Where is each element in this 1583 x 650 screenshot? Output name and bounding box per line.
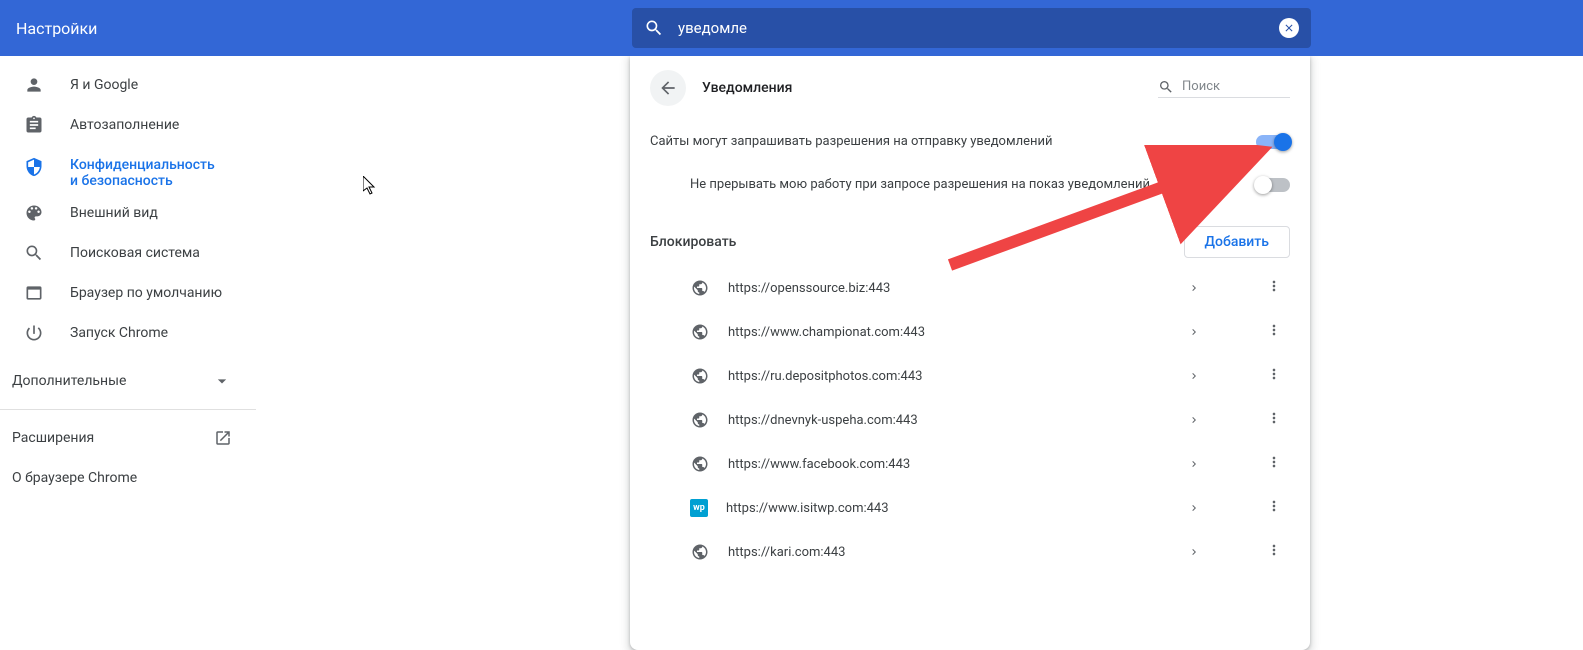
sidebar-item-startup[interactable]: Запуск Chrome: [0, 313, 248, 353]
sidebar-item-autofill[interactable]: Автозаполнение: [0, 105, 248, 145]
site-row[interactable]: https://www.championat.com:443: [630, 310, 1310, 354]
globe-icon: [690, 454, 710, 474]
globe-icon: [690, 542, 710, 562]
more-actions-button[interactable]: [1258, 454, 1290, 474]
site-url: https://www.championat.com:443: [728, 325, 1170, 340]
clear-search-button[interactable]: [1279, 18, 1299, 38]
site-row[interactable]: https://openssource.biz:443: [630, 266, 1310, 310]
chevron-right-icon: [1188, 323, 1200, 342]
palette-icon: [24, 203, 44, 223]
globe-icon: [690, 322, 710, 342]
panel-search-input[interactable]: [1182, 79, 1290, 94]
chevron-right-icon: [1188, 543, 1200, 562]
settings-panel: Уведомления Сайты могут запрашивать разр…: [630, 56, 1310, 650]
search-icon: [644, 18, 664, 38]
app-header: Настройки: [0, 0, 1583, 56]
site-row[interactable]: https://www.facebook.com:443: [630, 442, 1310, 486]
site-row[interactable]: https://kari.com:443: [630, 530, 1310, 574]
globe-icon: [690, 366, 710, 386]
chevron-right-icon: [1188, 367, 1200, 386]
sidebar-item-label: Внешний вид: [70, 205, 158, 221]
sidebar-item-label: Поисковая система: [70, 245, 200, 261]
shield-icon: [24, 157, 44, 177]
chevron-right-icon: [1188, 499, 1200, 518]
add-site-button[interactable]: Добавить: [1184, 226, 1290, 258]
ask-permission-text: Сайты могут запрашивать разрешения на от…: [650, 134, 1256, 149]
power-icon: [24, 323, 44, 343]
sidebar-about-label: О браузере Chrome: [12, 470, 232, 486]
arrow-back-icon: [658, 78, 678, 98]
sidebar-extensions-label: Расширения: [12, 430, 214, 446]
block-section-header: Блокировать Добавить: [630, 206, 1310, 266]
more-actions-button[interactable]: [1258, 322, 1290, 342]
ask-permission-toggle[interactable]: [1256, 135, 1290, 149]
site-url: https://www.isitwp.com:443: [726, 501, 1170, 516]
more-actions-button[interactable]: [1258, 410, 1290, 430]
sidebar-item-appearance[interactable]: Внешний вид: [0, 193, 248, 233]
browser-icon: [24, 283, 44, 303]
sidebar-item-about[interactable]: О браузере Chrome: [0, 458, 256, 498]
more-actions-button[interactable]: [1258, 498, 1290, 518]
chevron-down-icon: [212, 371, 232, 391]
more-actions-button[interactable]: [1258, 366, 1290, 386]
site-url: https://www.facebook.com:443: [728, 457, 1170, 472]
panel-search[interactable]: [1158, 79, 1290, 98]
site-row[interactable]: https://ru.depositphotos.com:443: [630, 354, 1310, 398]
panel-header: Уведомления: [630, 56, 1310, 120]
sidebar: Я и Google Автозаполнение Конфиденциальн…: [0, 56, 256, 650]
site-row[interactable]: https://dnevnyk-uspeha.com:443: [630, 398, 1310, 442]
globe-icon: [690, 410, 710, 430]
app-title: Настройки: [16, 19, 97, 38]
open-external-icon: [214, 429, 232, 447]
sidebar-advanced-toggle[interactable]: Дополнительные: [0, 361, 256, 401]
block-section-title: Блокировать: [650, 234, 1184, 250]
sidebar-item-you-and-google[interactable]: Я и Google: [0, 65, 248, 105]
globe-icon: [690, 278, 710, 298]
site-url: https://openssource.biz:443: [728, 281, 1170, 296]
panel-title: Уведомления: [702, 80, 1142, 96]
autofill-icon: [24, 115, 44, 135]
ask-permission-row: Сайты могут запрашивать разрешения на от…: [630, 120, 1310, 163]
chevron-right-icon: [1188, 411, 1200, 430]
header-search-input[interactable]: [678, 19, 1279, 37]
quiet-mode-text: Не прерывать мою работу при запросе разр…: [690, 177, 1256, 192]
sidebar-item-label: Я и Google: [70, 77, 138, 93]
sidebar-item-privacy-security[interactable]: Конфиденциальность и безопасность: [0, 145, 248, 193]
sidebar-item-label: Браузер по умолчанию: [70, 285, 222, 301]
site-url: https://dnevnyk-uspeha.com:443: [728, 413, 1170, 428]
search-icon: [1158, 79, 1174, 95]
sidebar-divider: [0, 409, 256, 410]
more-actions-button[interactable]: [1258, 542, 1290, 562]
site-row[interactable]: wp https://www.isitwp.com:443: [630, 486, 1310, 530]
quiet-mode-row: Не прерывать мою работу при запросе разр…: [630, 163, 1310, 206]
sidebar-item-search-engine[interactable]: Поисковая система: [0, 233, 248, 273]
back-button[interactable]: [650, 70, 686, 106]
site-url: https://ru.depositphotos.com:443: [728, 369, 1170, 384]
chevron-right-icon: [1188, 455, 1200, 474]
search-icon: [24, 243, 44, 263]
sidebar-item-default-browser[interactable]: Браузер по умолчанию: [0, 273, 248, 313]
header-search[interactable]: [632, 8, 1311, 48]
wp-icon: wp: [690, 499, 708, 517]
sidebar-item-label: Автозаполнение: [70, 117, 179, 133]
sidebar-advanced-label: Дополнительные: [12, 373, 204, 389]
sidebar-item-extensions[interactable]: Расширения: [0, 418, 256, 458]
sidebar-item-label: Запуск Chrome: [70, 325, 168, 341]
sidebar-item-label: Конфиденциальность и безопасность: [70, 157, 224, 189]
chevron-right-icon: [1188, 279, 1200, 298]
site-url: https://kari.com:443: [728, 545, 1170, 560]
quiet-mode-toggle[interactable]: [1256, 178, 1290, 192]
person-icon: [24, 75, 44, 95]
more-actions-button[interactable]: [1258, 278, 1290, 298]
close-icon: [1283, 22, 1295, 34]
